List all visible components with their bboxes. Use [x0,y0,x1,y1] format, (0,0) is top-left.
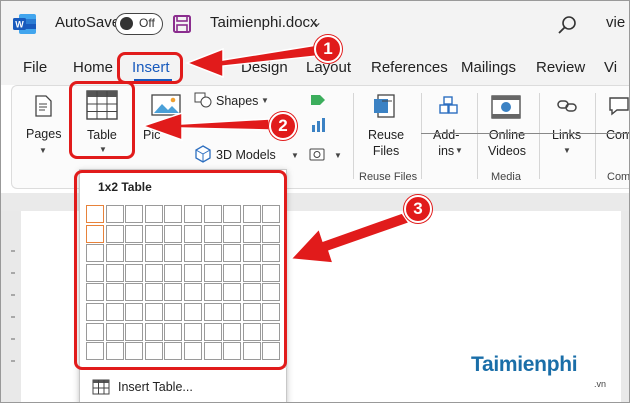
arrow-1 [184,44,318,79]
callout-badge-1: 1 [314,35,342,63]
callout-badge-3: 3 [404,195,432,223]
arrow-2 [140,111,270,142]
word-window: W AutoSave Off Taimienphi.docx ⌄ vie Fil… [0,0,630,403]
watermark-logo: Taimienphi [471,353,578,376]
vertical-ruler [11,250,15,362]
callout-badge-2: 2 [269,112,297,140]
callout-arrows [140,44,411,264]
arrow-3 [289,212,411,264]
watermark-tld: .vn [594,379,607,389]
